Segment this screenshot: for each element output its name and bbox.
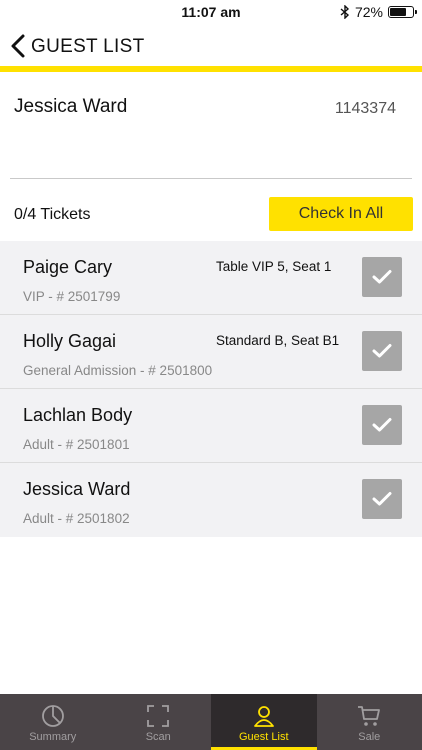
guest-row: Paige Cary Table VIP 5, Seat 1 VIP - # 2…: [0, 241, 422, 315]
checkmark-icon: [372, 270, 392, 284]
status-indicators: 72%: [340, 4, 417, 20]
battery-icon: [388, 6, 417, 18]
check-in-button[interactable]: [362, 479, 402, 519]
cart-icon: [358, 706, 381, 726]
tab-label: Summary: [29, 731, 77, 743]
guest-list: Paige Cary Table VIP 5, Seat 1 VIP - # 2…: [0, 241, 422, 537]
check-in-button[interactable]: [362, 405, 402, 445]
guest-row: Jessica Ward Adult - # 2501802: [0, 463, 422, 537]
tab-sale[interactable]: Sale: [317, 694, 422, 750]
tab-label: Scan: [145, 731, 171, 743]
page-title: GUEST LIST: [31, 36, 145, 57]
guest-seat: Table VIP 5, Seat 1: [216, 259, 332, 274]
guest-name: Holly Gagai: [23, 331, 117, 351]
guest-name: Paige Cary: [23, 257, 113, 277]
guest-seat: Standard B, Seat B1: [216, 333, 340, 348]
divider: [10, 178, 412, 179]
tab-label: Guest List: [238, 731, 289, 743]
tickets-count: 0/4 Tickets: [14, 206, 91, 223]
checkmark-icon: [372, 344, 392, 358]
tab-bar: Summary Scan Guest List Sale: [0, 694, 422, 750]
tab-scan[interactable]: Scan: [106, 694, 212, 750]
guest-ticket-detail: Adult - # 2501802: [23, 511, 130, 526]
tab-summary[interactable]: Summary: [0, 694, 106, 750]
guest-ticket-detail: General Admission - # 2501800: [23, 363, 213, 378]
guest-row: Lachlan Body Adult - # 2501801: [0, 389, 422, 463]
tab-guest-list[interactable]: Guest List: [211, 694, 317, 750]
check-in-button[interactable]: [362, 331, 402, 371]
guest-ticket-detail: Adult - # 2501801: [23, 437, 130, 452]
pie-chart-icon: [41, 705, 64, 727]
checkmark-icon: [372, 492, 392, 506]
guest-row: Holly Gagai Standard B, Seat B1 General …: [0, 315, 422, 389]
tab-label: Sale: [358, 731, 381, 743]
customer-id: 1143374: [334, 100, 396, 117]
check-in-button[interactable]: [362, 257, 402, 297]
bluetooth-icon: [340, 5, 349, 19]
scan-frame-icon: [147, 705, 170, 727]
status-bar: 11:07 am 72%: [0, 0, 422, 24]
header-accent-bar: [0, 66, 422, 72]
battery-percent: 72%: [354, 4, 383, 20]
header: GUEST LIST: [0, 24, 422, 66]
customer-name: Jessica Ward: [14, 96, 128, 117]
battery-fill: [390, 8, 406, 16]
chevron-left-icon: [11, 34, 25, 58]
back-button[interactable]: [8, 32, 30, 60]
person-icon: [253, 706, 274, 727]
guest-ticket-detail: VIP - # 2501799: [23, 289, 121, 304]
check-in-all-button[interactable]: Check In All: [269, 197, 413, 231]
checkmark-icon: [372, 418, 392, 432]
guest-name: Jessica Ward: [23, 479, 131, 499]
guest-name: Lachlan Body: [23, 405, 133, 425]
